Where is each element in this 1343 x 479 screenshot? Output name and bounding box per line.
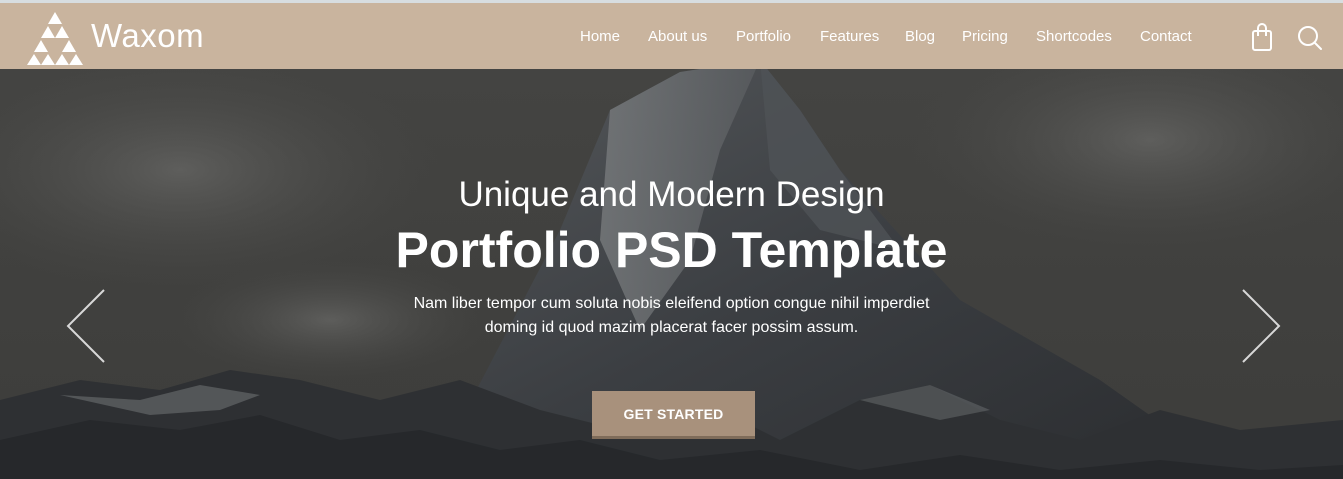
nav-item-home[interactable]: Home (580, 26, 620, 48)
hero-subtitle: Unique and Modern Design (458, 175, 885, 214)
chevron-right-icon[interactable] (1240, 288, 1282, 364)
hero-description-line-1: Nam liber tempor cum soluta nobis eleife… (413, 295, 930, 312)
main-nav-menu: Home About us Portfolio Features Blog Pr… (0, 26, 1343, 50)
nav-item-about-us[interactable]: About us (648, 26, 707, 48)
page: Waxom Home About us Portfolio Features B… (0, 0, 1343, 479)
hero-title: Portfolio PSD Template (395, 222, 948, 278)
nav-item-portfolio[interactable]: Portfolio (736, 26, 791, 48)
navbar: Waxom Home About us Portfolio Features B… (0, 3, 1343, 69)
shopping-bag-icon[interactable] (1248, 23, 1276, 53)
hero-description: Nam liber tempor cum soluta nobis eleife… (346, 292, 997, 340)
nav-item-pricing[interactable]: Pricing (962, 26, 1008, 48)
nav-item-shortcodes[interactable]: Shortcodes (1036, 26, 1112, 48)
hero-description-line-2: doming id quod mazim placerat facer poss… (484, 319, 859, 336)
search-icon[interactable] (1296, 23, 1324, 53)
get-started-button[interactable]: GET STARTED (592, 391, 755, 439)
nav-item-contact[interactable]: Contact (1140, 26, 1192, 48)
chevron-left-icon[interactable] (65, 288, 107, 364)
nav-item-blog[interactable]: Blog (905, 26, 935, 48)
nav-item-features[interactable]: Features (820, 26, 879, 48)
